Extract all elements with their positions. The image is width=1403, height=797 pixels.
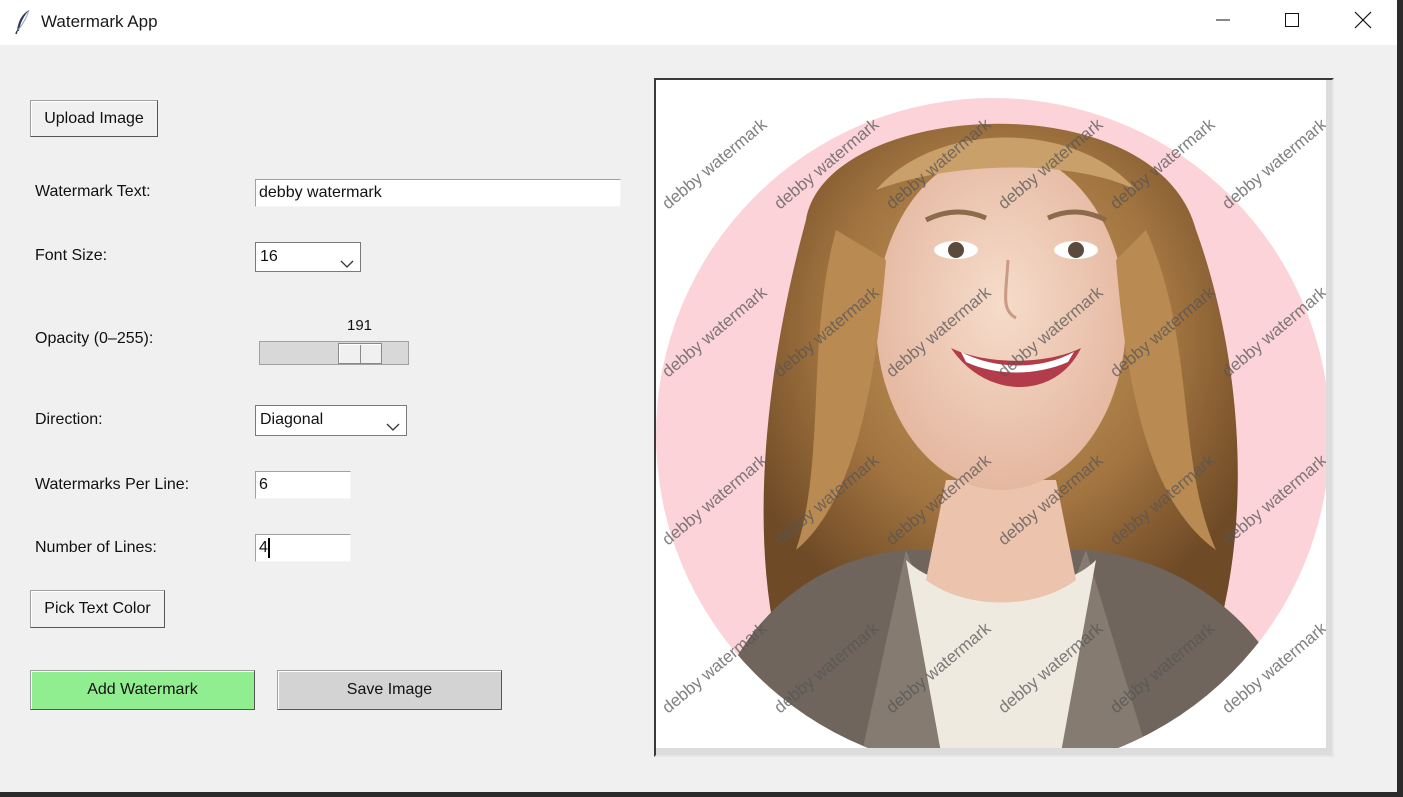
font-size-select[interactable]: 16 [255,242,361,272]
opacity-value: 191 [347,317,373,334]
maximize-icon [1284,12,1300,33]
per-line-input[interactable]: 6 [255,471,351,499]
lines-input[interactable]: 4 [255,534,351,562]
maximize-button[interactable] [1262,0,1322,45]
direction-value: Diagonal [260,411,324,428]
close-icon [1354,11,1372,34]
watermark-text-input[interactable]: debby watermark [255,179,621,207]
text-cursor [267,537,270,558]
direction-select[interactable]: Diagonal [255,405,407,436]
chevron-down-icon [386,414,400,441]
chevron-down-icon [340,251,354,278]
save-image-button[interactable]: Save Image [277,670,502,710]
watermark-text-label: Watermark Text: [35,183,151,200]
lines-label: Number of Lines: [35,539,157,556]
font-size-value: 16 [260,248,278,265]
opacity-label: Opacity (0–255): [35,330,154,347]
opacity-slider-thumb[interactable] [338,343,382,364]
add-watermark-button[interactable]: Add Watermark [30,670,255,710]
minimize-icon [1215,12,1231,33]
upload-image-button[interactable]: Upload Image [30,100,158,137]
direction-label: Direction: [35,411,103,428]
per-line-label: Watermarks Per Line: [35,476,190,493]
lines-value: 4 [259,539,268,556]
title-bar[interactable]: Watermark App [0,0,1397,45]
close-button[interactable] [1333,0,1393,45]
feather-icon [14,9,32,35]
preview-canvas: debby watermark debby watermark debby wate… [656,80,1332,755]
app-window: Watermark App Upload Image Watermark Tex… [0,0,1397,792]
font-size-label: Font Size: [35,247,108,264]
window-title: Watermark App [41,12,158,31]
minimize-button[interactable] [1193,0,1253,45]
image-preview: debby watermark debby watermark debby wate… [654,78,1334,757]
opacity-slider[interactable] [259,341,409,365]
pick-text-color-button[interactable]: Pick Text Color [30,590,165,628]
